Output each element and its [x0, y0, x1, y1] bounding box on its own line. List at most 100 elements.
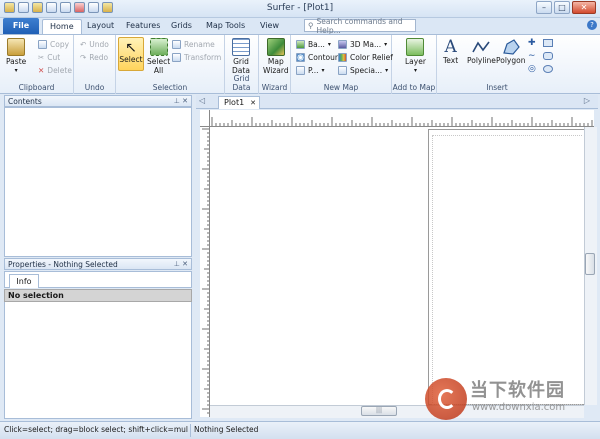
- tab-grids[interactable]: Grids: [164, 19, 199, 34]
- status-divider: [190, 424, 191, 437]
- color-relief-label: Color Relief: [350, 52, 393, 62]
- grid-icon: [232, 38, 250, 56]
- properties-tabs: Info: [4, 271, 192, 288]
- delete-button[interactable]: ✕ Delete: [38, 64, 72, 76]
- properties-body: [4, 302, 192, 419]
- copy-button[interactable]: Copy: [38, 38, 69, 50]
- minimize-button[interactable]: –: [536, 1, 552, 14]
- redo-icon: ↷: [80, 52, 87, 62]
- ellipse-shape-icon[interactable]: [543, 65, 553, 73]
- maximize-button[interactable]: □: [554, 1, 570, 14]
- cursor-icon: ↖: [125, 40, 137, 56]
- tab-plot1[interactable]: Plot1 ✕: [218, 96, 260, 109]
- document-tabs: ◁ Plot1 ✕ ▷: [196, 95, 598, 109]
- polygon-button[interactable]: Polygon: [496, 38, 525, 65]
- ribbon: Paste ▾ Copy ✂ Cut ✕ Delete Clipboard ↶ Und…: [0, 34, 600, 94]
- contour-button[interactable]: Contour: [296, 51, 338, 63]
- polygon-icon: [502, 39, 520, 55]
- group-insert: A Text Polyline Polygon ✚ ∼ ◎ Insert: [437, 35, 600, 94]
- window-title: Surfer - [Plot1]: [266, 3, 334, 13]
- panel-pin-close-icons[interactable]: ⊥ ✕: [174, 96, 188, 107]
- chevron-down-icon: ▾: [327, 40, 331, 48]
- group-add-to-map: Layer ▾ Add to Map: [392, 35, 437, 94]
- base-map-button[interactable]: Ba... ▾: [296, 38, 331, 50]
- properties-panel-title: Properties - Nothing Selected ⊥ ✕: [4, 258, 192, 270]
- select-all-icon: [149, 38, 168, 56]
- select-all-label-1: Select: [147, 57, 171, 66]
- post-map-icon: [296, 65, 305, 75]
- contour-icon: [296, 52, 305, 62]
- group-clipboard: Paste ▾ Copy ✂ Cut ✕ Delete Clipboard: [0, 35, 74, 94]
- contour-label: Contour: [308, 52, 338, 62]
- ellipse-icon[interactable]: ◎: [528, 64, 536, 74]
- group-label-grid-data: Grid Data: [232, 74, 251, 92]
- paste-button[interactable]: Paste ▾: [6, 38, 26, 75]
- text-button[interactable]: A Text: [443, 38, 458, 65]
- group-label-insert: Insert: [486, 83, 508, 92]
- contents-panel[interactable]: [4, 107, 192, 257]
- transform-button[interactable]: Transform: [172, 51, 221, 63]
- scroll-left-icon[interactable]: ◁: [199, 96, 205, 105]
- color-relief-icon: [338, 52, 347, 62]
- tab-features[interactable]: Features: [119, 19, 167, 34]
- group-undo: ↶ Undo ↷ Redo Undo: [74, 35, 116, 94]
- horizontal-scroll-thumb[interactable]: |||: [361, 406, 397, 416]
- panel-pin-close-icons[interactable]: ⊥ ✕: [174, 259, 188, 270]
- tab-map-tools[interactable]: Map Tools: [199, 19, 252, 34]
- 3d-map-icon: [338, 39, 347, 49]
- cut-button[interactable]: ✂ Cut: [38, 51, 60, 63]
- selection-status: No selection: [4, 289, 192, 302]
- copy-icon: [38, 39, 47, 49]
- spline-icon[interactable]: ∼: [528, 51, 536, 61]
- status-bar: Click=select; drag=block select; shift+c…: [0, 421, 600, 439]
- search-box[interactable]: ⚲ Search commands and Help...: [304, 17, 416, 35]
- redo-label: Redo: [89, 52, 109, 62]
- post-map-label: P...: [308, 65, 319, 75]
- grid-data-button[interactable]: Grid Data: [232, 38, 250, 75]
- group-label-add-to-map: Add to Map: [392, 83, 436, 92]
- help-icon[interactable]: ?: [587, 20, 597, 30]
- map-wizard-icon: [266, 38, 285, 56]
- map-wizard-button[interactable]: Map Wizard: [263, 38, 289, 75]
- rectangle-icon[interactable]: [543, 39, 553, 47]
- group-grid-data: Grid Data Grid Data: [225, 35, 259, 94]
- layer-icon: [406, 38, 425, 56]
- specialty-map-button[interactable]: Specia... ▾: [338, 64, 388, 76]
- tab-file[interactable]: File: [3, 18, 39, 34]
- horizontal-ruler-ticks: [211, 117, 593, 126]
- tab-view[interactable]: View: [253, 19, 286, 34]
- color-relief-button[interactable]: Color Relief: [338, 51, 393, 63]
- 3d-map-button[interactable]: 3D Ma... ▾: [338, 38, 387, 50]
- page-margin-outline: [432, 135, 582, 405]
- close-button[interactable]: ✕: [572, 1, 596, 14]
- rounded-rectangle-icon[interactable]: [543, 52, 553, 60]
- status-selection: Nothing Selected: [194, 425, 259, 434]
- layer-button[interactable]: Layer ▾: [405, 38, 426, 75]
- paste-label: Paste: [6, 57, 27, 66]
- select-all-button[interactable]: Select All: [147, 38, 170, 75]
- redo-button[interactable]: ↷ Redo: [80, 51, 108, 63]
- scroll-right-icon[interactable]: ▷: [584, 96, 590, 105]
- polyline-icon: [472, 41, 491, 53]
- tab-layout[interactable]: Layout: [80, 19, 121, 34]
- rename-button[interactable]: Rename: [172, 38, 215, 50]
- vertical-scroll-thumb[interactable]: [585, 253, 595, 275]
- select-all-label-2: All: [153, 66, 164, 75]
- undo-label: Undo: [89, 39, 109, 49]
- select-button[interactable]: ↖ Select: [118, 37, 144, 71]
- watermark-url: www.downxia.com: [472, 402, 566, 413]
- watermark-logo-mark: [438, 389, 456, 409]
- polyline-button[interactable]: Polyline: [467, 38, 496, 65]
- undo-icon: ↶: [80, 39, 87, 49]
- undo-button[interactable]: ↶ Undo: [80, 38, 109, 50]
- post-map-button[interactable]: P... ▾: [296, 64, 325, 76]
- select-label: Select: [119, 55, 143, 64]
- delete-icon: ✕: [38, 65, 45, 75]
- text-label: Text: [443, 56, 459, 65]
- plus-icon[interactable]: ✚: [528, 38, 536, 48]
- base-map-icon: [296, 39, 305, 49]
- tab-info[interactable]: Info: [9, 274, 39, 288]
- chevron-down-icon: ▾: [385, 66, 389, 74]
- close-icon[interactable]: ✕: [250, 97, 256, 109]
- tab-home[interactable]: Home: [42, 19, 82, 34]
